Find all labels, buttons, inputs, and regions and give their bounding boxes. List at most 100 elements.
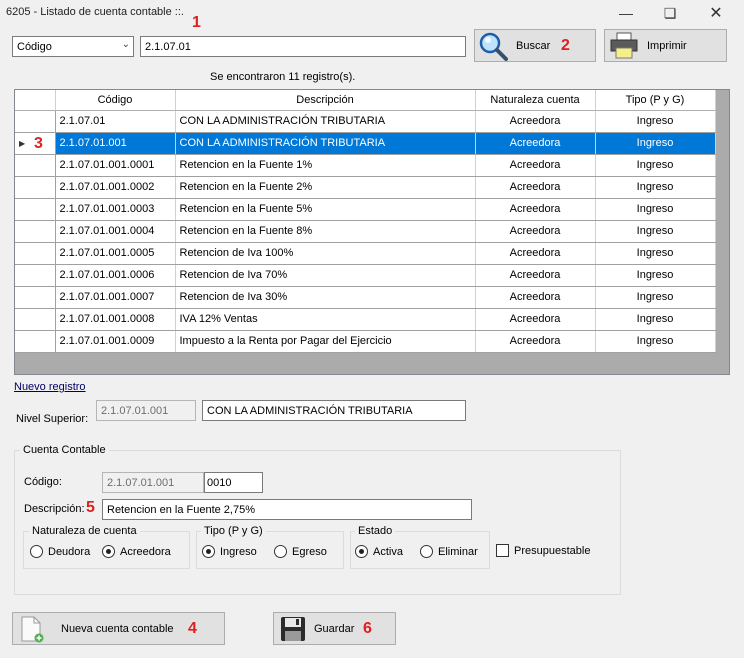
- row-header[interactable]: [15, 330, 56, 353]
- cell-descripcion[interactable]: CON LA ADMINISTRACIÓN TRIBUTARIA: [175, 132, 476, 155]
- table-row[interactable]: 2.1.07.01.001.0008 IVA 12% Ventas Acreedor…: [15, 308, 716, 331]
- descripcion-label: Descripción:: [24, 503, 85, 515]
- cell-codigo[interactable]: 2.1.07.01.001.0002: [55, 176, 176, 199]
- table-row[interactable]: ▶ 2.1.07.01.001 CON LA ADMINISTRACIÓN TRIB…: [15, 132, 716, 155]
- table-row[interactable]: 2.1.07.01.001.0003 Retencion en la Fuente…: [15, 198, 716, 221]
- cell-naturaleza[interactable]: Acreedora: [475, 110, 596, 133]
- cell-descripcion[interactable]: Retencion de Iva 70%: [175, 264, 476, 287]
- buscar-button[interactable]: Buscar: [474, 29, 596, 62]
- nivel-description-field[interactable]: CON LA ADMINISTRACIÓN TRIBUTARIA: [202, 400, 466, 421]
- column-header-tipo[interactable]: Tipo (P y G): [595, 90, 716, 111]
- cell-descripcion[interactable]: Retencion en la Fuente 2%: [175, 176, 476, 199]
- row-header[interactable]: [15, 220, 56, 243]
- cell-codigo[interactable]: 2.1.07.01.001.0005: [55, 242, 176, 265]
- row-header[interactable]: [15, 198, 56, 221]
- column-header-descripcion[interactable]: Descripción: [175, 90, 476, 111]
- cell-naturaleza[interactable]: Acreedora: [475, 220, 596, 243]
- radio-acreedora[interactable]: Acreedora: [102, 545, 171, 558]
- cell-naturaleza[interactable]: Acreedora: [475, 330, 596, 353]
- table-row[interactable]: 2.1.07.01.001.0005 Retencion de Iva 100% A…: [15, 242, 716, 265]
- table-row[interactable]: 2.1.07.01.001.0009 Impuesto a la Renta po…: [15, 330, 716, 353]
- cell-tipo[interactable]: Ingreso: [595, 286, 716, 309]
- row-header[interactable]: [15, 242, 56, 265]
- row-header[interactable]: [15, 308, 56, 331]
- row-header[interactable]: [15, 264, 56, 287]
- cell-tipo[interactable]: Ingreso: [595, 110, 716, 133]
- cell-descripcion[interactable]: Retencion en la Fuente 1%: [175, 154, 476, 177]
- cell-codigo[interactable]: 2.1.07.01.001.0004: [55, 220, 176, 243]
- table-row[interactable]: 2.1.07.01.001.0002 Retencion en la Fuente…: [15, 176, 716, 199]
- descripcion-field[interactable]: Retencion en la Fuente 2,75%: [102, 499, 472, 520]
- cell-tipo[interactable]: Ingreso: [595, 220, 716, 243]
- annotation-4: 4: [188, 620, 197, 637]
- column-header-codigo[interactable]: Código: [55, 90, 176, 111]
- imprimir-button[interactable]: Imprimir: [604, 29, 727, 62]
- cell-naturaleza[interactable]: Acreedora: [475, 308, 596, 331]
- cell-naturaleza[interactable]: Acreedora: [475, 286, 596, 309]
- cell-codigo[interactable]: 2.1.07.01.001.0006: [55, 264, 176, 287]
- radio-deudora-circle[interactable]: [30, 545, 43, 558]
- row-header[interactable]: [15, 176, 56, 199]
- row-header[interactable]: [15, 286, 56, 309]
- table-row[interactable]: 2.1.07.01.001.0006 Retencion de Iva 70% Ac…: [15, 264, 716, 287]
- radio-ingreso[interactable]: Ingreso: [202, 545, 257, 558]
- cell-codigo[interactable]: 2.1.07.01.001.0003: [55, 198, 176, 221]
- cell-tipo[interactable]: Ingreso: [595, 242, 716, 265]
- table-row[interactable]: 2.1.07.01.001.0004 Retencion en la Fuente…: [15, 220, 716, 243]
- radio-eliminar-circle[interactable]: [420, 545, 433, 558]
- table-row[interactable]: 2.1.07.01.001.0001 Retencion en la Fuente…: [15, 154, 716, 177]
- table-row[interactable]: 2.1.07.01.001.0007 Retencion de Iva 30% Ac…: [15, 286, 716, 309]
- radio-activa-circle[interactable]: [355, 545, 368, 558]
- cell-naturaleza[interactable]: Acreedora: [475, 242, 596, 265]
- search-field-select[interactable]: Código ⌄: [12, 36, 134, 57]
- cell-codigo[interactable]: 2.1.07.01.001.0009: [55, 330, 176, 353]
- table-row[interactable]: 2.1.07.01 CON LA ADMINISTRACIÓN TRIBUTARI…: [15, 110, 716, 133]
- cell-tipo[interactable]: Ingreso: [595, 198, 716, 221]
- cell-naturaleza[interactable]: Acreedora: [475, 154, 596, 177]
- radio-eliminar[interactable]: Eliminar: [420, 545, 478, 558]
- cell-descripcion[interactable]: Retencion en la Fuente 8%: [175, 220, 476, 243]
- column-header-naturaleza[interactable]: Naturaleza cuenta: [475, 90, 596, 111]
- cell-tipo[interactable]: Ingreso: [595, 264, 716, 287]
- cell-codigo[interactable]: 2.1.07.01.001.0001: [55, 154, 176, 177]
- cell-tipo[interactable]: Ingreso: [595, 154, 716, 177]
- row-header[interactable]: [15, 110, 56, 133]
- cell-descripcion[interactable]: CON LA ADMINISTRACIÓN TRIBUTARIA: [175, 110, 476, 133]
- close-icon[interactable]: ✕: [694, 2, 738, 24]
- cell-descripcion[interactable]: Impuesto a la Renta por Pagar del Ejerci…: [175, 330, 476, 353]
- cell-descripcion[interactable]: Retencion de Iva 30%: [175, 286, 476, 309]
- guardar-button[interactable]: Guardar: [273, 612, 396, 645]
- cell-naturaleza[interactable]: Acreedora: [475, 264, 596, 287]
- radio-egreso[interactable]: Egreso: [274, 545, 327, 558]
- codigo-field[interactable]: 0010: [204, 472, 263, 493]
- radio-activa[interactable]: Activa: [355, 545, 403, 558]
- cell-naturaleza[interactable]: Acreedora: [475, 176, 596, 199]
- cell-codigo[interactable]: 2.1.07.01.001.0007: [55, 286, 176, 309]
- presupuestable-checkbox[interactable]: Presupuestable: [496, 544, 590, 557]
- search-input[interactable]: 2.1.07.01: [140, 36, 466, 57]
- cell-naturaleza[interactable]: Acreedora: [475, 132, 596, 155]
- radio-deudora[interactable]: Deudora: [30, 545, 90, 558]
- minimize-icon[interactable]: —: [604, 2, 648, 24]
- row-header[interactable]: [15, 154, 56, 177]
- accounts-table: Código Descripción Naturaleza cuenta Tip…: [15, 90, 716, 353]
- cell-tipo[interactable]: Ingreso: [595, 330, 716, 353]
- presupuestable-box[interactable]: [496, 544, 509, 557]
- nuevo-registro-link[interactable]: Nuevo registro: [14, 381, 86, 393]
- cell-descripcion[interactable]: IVA 12% Ventas: [175, 308, 476, 331]
- cell-descripcion[interactable]: Retencion de Iva 100%: [175, 242, 476, 265]
- accounts-grid[interactable]: Código Descripción Naturaleza cuenta Tip…: [14, 89, 730, 375]
- radio-egreso-circle[interactable]: [274, 545, 287, 558]
- cell-tipo[interactable]: Ingreso: [595, 132, 716, 155]
- cell-tipo[interactable]: Ingreso: [595, 176, 716, 199]
- cell-codigo[interactable]: 2.1.07.01: [55, 110, 176, 133]
- cell-descripcion[interactable]: Retencion en la Fuente 5%: [175, 198, 476, 221]
- cell-codigo[interactable]: 2.1.07.01.001.0008: [55, 308, 176, 331]
- cell-naturaleza[interactable]: Acreedora: [475, 198, 596, 221]
- cell-codigo[interactable]: 2.1.07.01.001: [55, 132, 176, 155]
- cell-tipo[interactable]: Ingreso: [595, 308, 716, 331]
- chevron-down-icon: ⌄: [121, 39, 130, 50]
- radio-ingreso-circle[interactable]: [202, 545, 215, 558]
- restore-icon[interactable]: ❏: [648, 2, 692, 24]
- radio-acreedora-circle[interactable]: [102, 545, 115, 558]
